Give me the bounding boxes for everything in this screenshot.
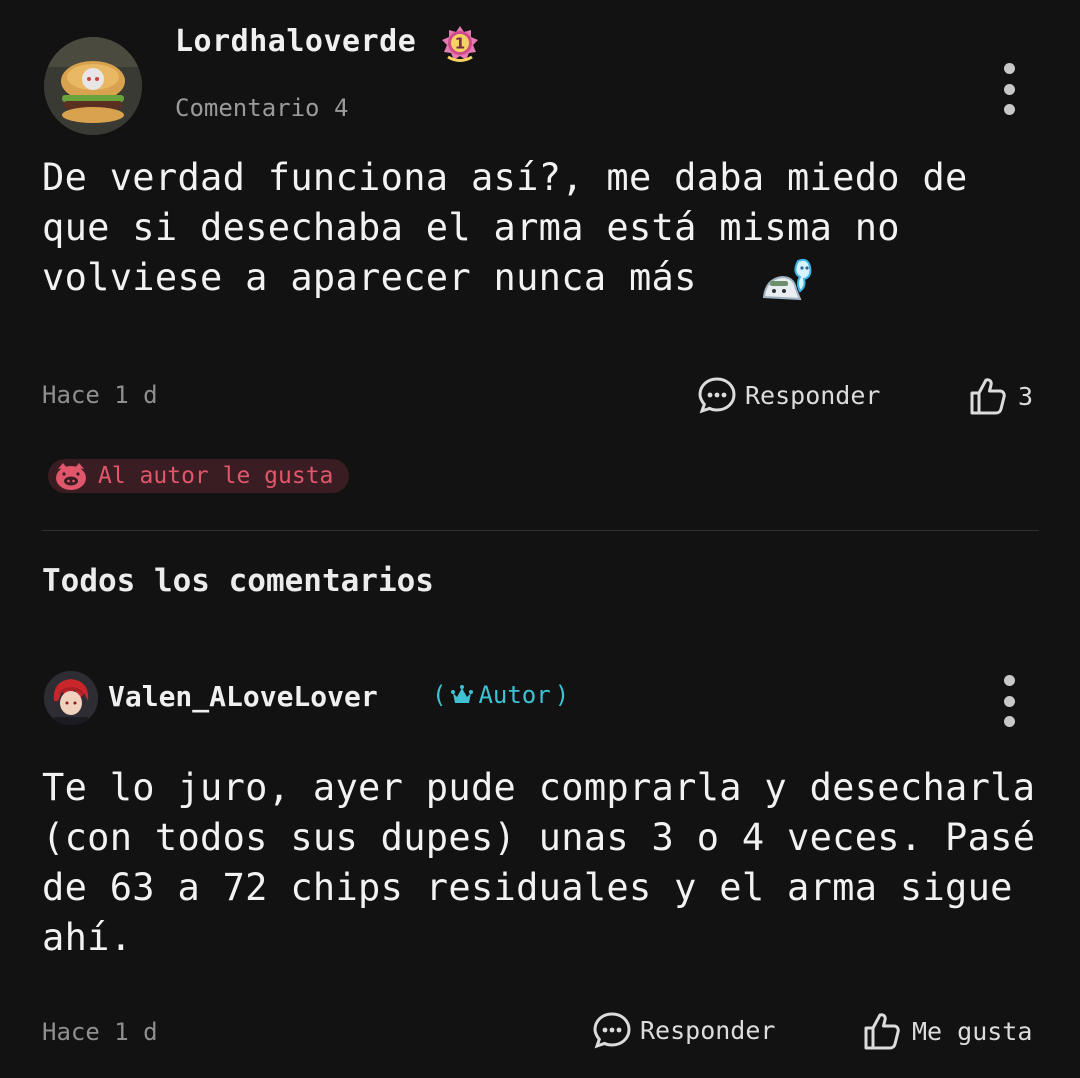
author-tag-label: Autor <box>478 681 551 709</box>
more-vertical-icon <box>1003 63 1015 74</box>
more-vertical-icon <box>1003 675 1015 686</box>
more-options-button[interactable] <box>998 675 1020 727</box>
burger-avatar-image <box>44 37 142 135</box>
level-badge-icon: 1 <box>440 24 480 64</box>
like-button[interactable]: Me gusta <box>862 1010 1032 1052</box>
comment-text: Te lo juro, ayer pude comprarla y desech… <box>42 766 1036 959</box>
divider <box>42 530 1039 531</box>
timestamp: Hace 1 d <box>42 1018 158 1046</box>
like-count: 3 <box>1018 381 1034 411</box>
author-tag-open: ( <box>432 681 447 709</box>
like-label: Me gusta <box>912 1016 1033 1046</box>
chat-bubble-icon <box>698 377 736 414</box>
author-likes-label: Al autor le gusta <box>98 463 334 489</box>
username[interactable]: Valen_ALoveLover <box>108 680 378 713</box>
like-button[interactable]: 3 <box>968 375 1033 417</box>
reply-label: Responder <box>745 380 881 410</box>
username[interactable]: Lordhaloverde <box>175 24 416 59</box>
section-title: Todos los comentarios <box>42 563 434 599</box>
ghost-sticker-icon <box>760 255 816 305</box>
author-tag: ( Autor ) <box>432 681 569 709</box>
author-likes-badge: Al autor le gusta <box>48 459 350 493</box>
more-options-button[interactable] <box>998 63 1020 115</box>
reply-button[interactable]: Responder <box>697 375 880 415</box>
chat-bubble-icon <box>593 1012 631 1049</box>
crown-icon <box>451 685 474 703</box>
timestamp: Hace 1 d <box>42 381 158 409</box>
pig-face-icon <box>56 463 86 490</box>
reply-label: Responder <box>640 1015 776 1045</box>
red-hair-avatar-image <box>44 671 98 725</box>
thumbs-up-icon <box>970 378 1006 415</box>
level-number: 1 <box>455 35 465 53</box>
reply-button[interactable]: Responder <box>592 1010 775 1050</box>
comment-number: Comentario 4 <box>175 94 349 122</box>
thumbs-up-icon <box>864 1013 900 1050</box>
avatar[interactable] <box>44 37 142 135</box>
author-tag-close: ) <box>554 681 570 709</box>
comment-text: De verdad funciona así?, me daba miedo d… <box>42 156 968 299</box>
avatar[interactable] <box>44 671 98 725</box>
